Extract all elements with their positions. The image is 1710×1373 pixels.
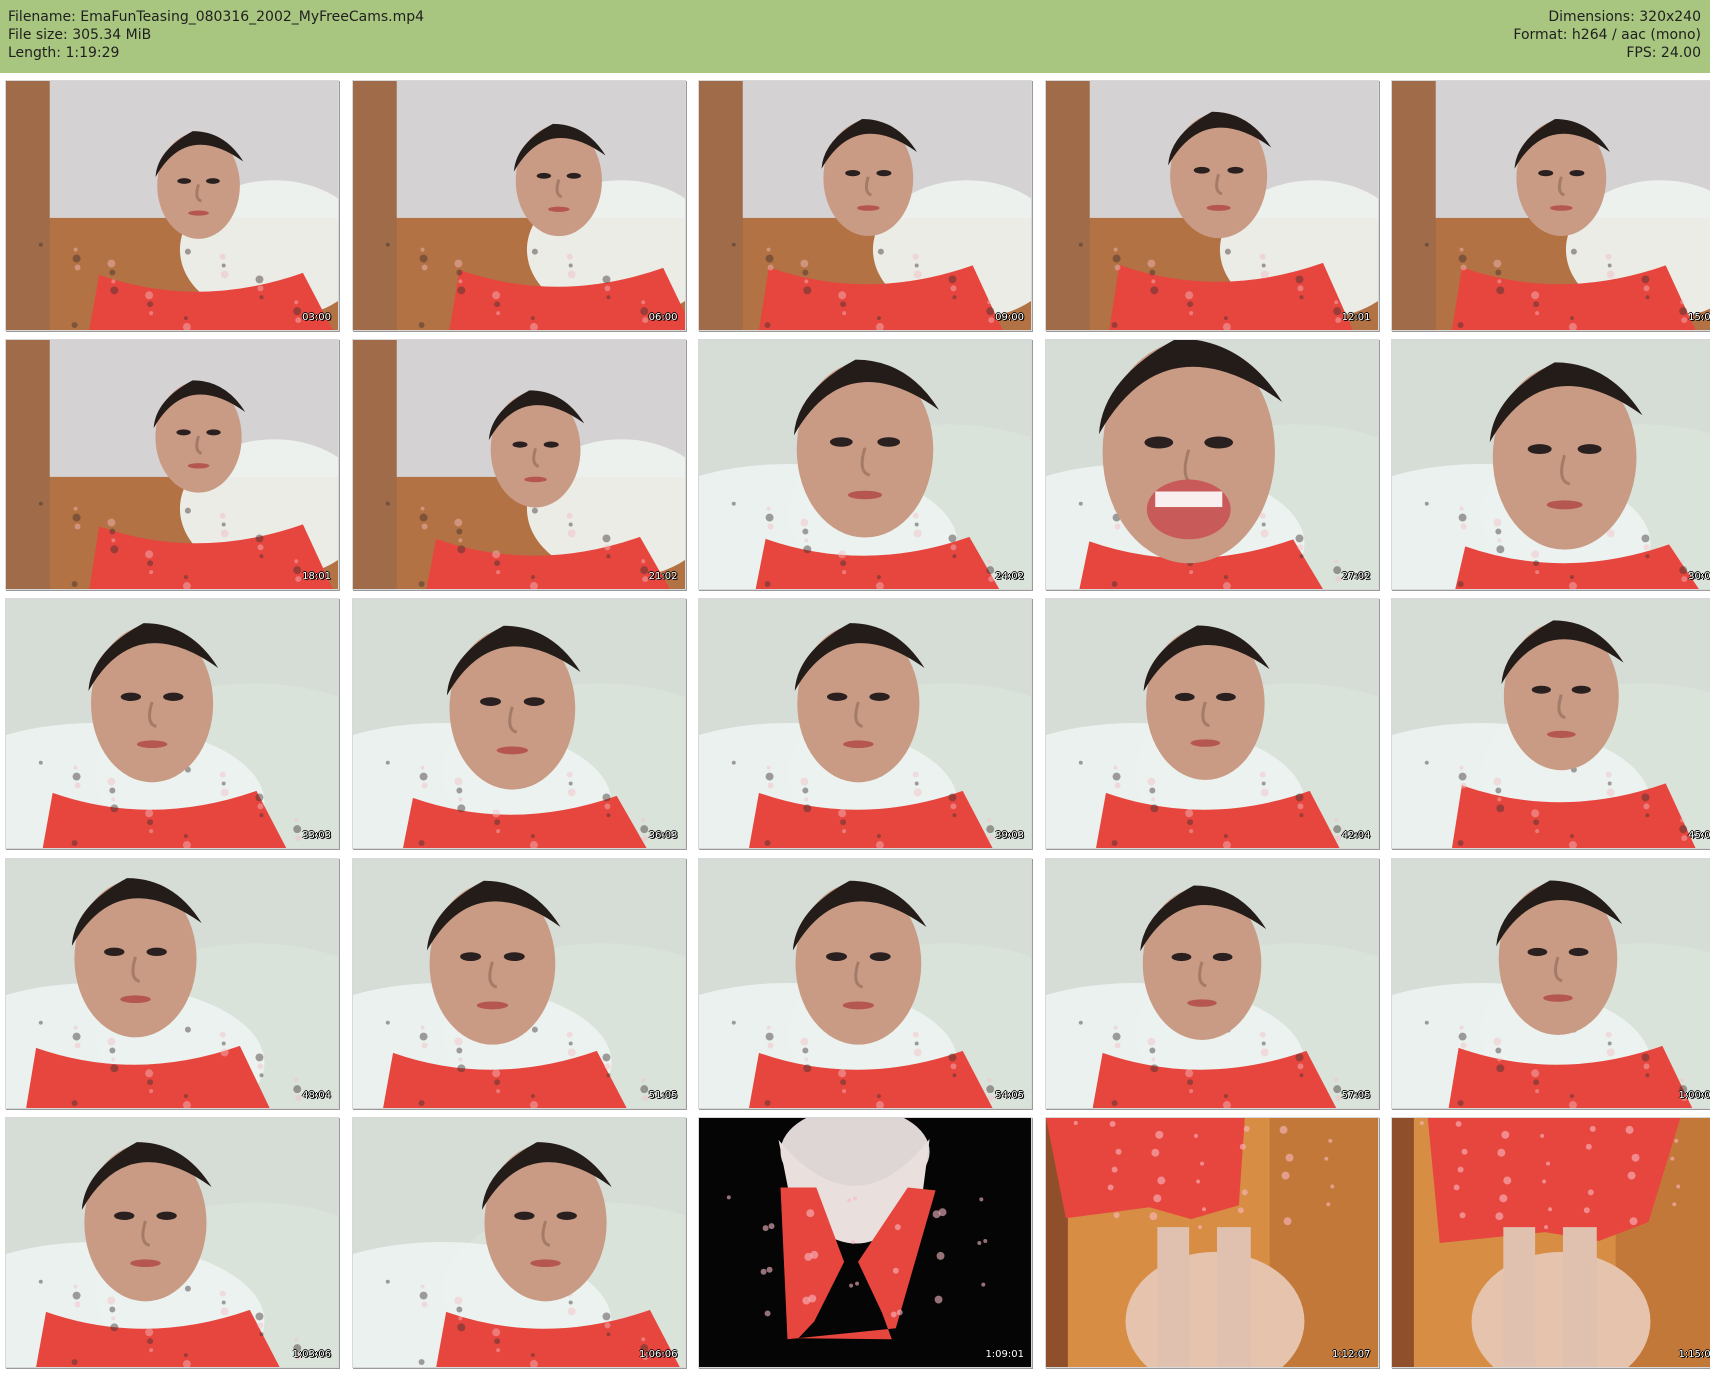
- video-frame-image: [1392, 81, 1710, 330]
- thumbnail-16: 48:04: [5, 857, 339, 1109]
- thumbnail-22: 1:06:06: [351, 1116, 686, 1368]
- thumbnail-7: 21:02: [351, 339, 686, 591]
- video-frame-image: [1045, 599, 1378, 849]
- thumbnail-timestamp: 54:05: [995, 1089, 1024, 1101]
- filename-text: Filename: EmaFunTeasing_080316_2002_MyFr…: [8, 9, 425, 25]
- thumbnail-timestamp: 1:06:06: [638, 1348, 678, 1360]
- video-frame-image: [1045, 858, 1378, 1108]
- thumbnail-timestamp: 39:03: [995, 830, 1024, 842]
- thumbnail-grid: 03:00 06:00 09:00 12:01 15:01 18:01 21:02 24:02…: [0, 80, 1710, 1373]
- thumbnail-3: 09:00: [698, 80, 1032, 331]
- thumbnail-timestamp: 45:04: [1688, 830, 1710, 842]
- thumbnail-timestamp: 06:00: [648, 312, 678, 323]
- video-frame-image: [6, 340, 338, 590]
- video-frame-image: [352, 1117, 685, 1367]
- video-frame-image: [6, 858, 338, 1108]
- thumbnail-timestamp: 15:01: [1688, 312, 1710, 323]
- video-frame-image: [699, 81, 1031, 330]
- video-frame-image: [1045, 340, 1378, 590]
- video-frame-image: [699, 1117, 1031, 1367]
- thumbnail-20: 1:00:05: [1391, 857, 1710, 1109]
- video-frame-image: [1045, 81, 1378, 330]
- thumbnail-8: 24:02: [698, 339, 1032, 591]
- thumbnail-timestamp: 09:00: [995, 312, 1024, 323]
- video-frame-image: [699, 340, 1031, 590]
- thumbnail-6: 18:01: [5, 339, 339, 591]
- thumbnail-25: 1:15:07: [1391, 1116, 1710, 1368]
- thumbnail-24: 1:12:07: [1044, 1116, 1379, 1368]
- file-size-text: File size: 305.34 MiB: [8, 27, 152, 43]
- video-metadata-left: Filename: EmaFunTeasing_080316_2002_MyFr…: [8, 8, 424, 62]
- thumbnail-18: 54:05: [698, 857, 1032, 1109]
- thumbnail-timestamp: 24:02: [995, 571, 1024, 583]
- thumbnail-12: 36:03: [351, 598, 686, 850]
- thumbnail-timestamp: 03:00: [302, 312, 331, 323]
- video-frame-image: [1045, 1117, 1378, 1367]
- thumbnail-timestamp: 30:02: [1688, 571, 1710, 583]
- thumbnail-4: 12:01: [1044, 80, 1379, 331]
- format-text: Format: h264 / aac (mono): [1513, 27, 1701, 43]
- thumbnail-5: 15:01: [1391, 80, 1710, 331]
- video-frame-image: [699, 599, 1031, 849]
- dimensions-text: Dimensions: 320x240: [1548, 9, 1701, 25]
- video-frame-image: [352, 599, 685, 849]
- thumbnail-11: 33:03: [5, 598, 339, 850]
- thumbnail-timestamp: 21:02: [648, 571, 678, 583]
- thumbnail-timestamp: 57:05: [1341, 1089, 1371, 1101]
- video-frame-image: [1392, 1117, 1710, 1367]
- length-text: Length: 1:19:29: [8, 45, 120, 61]
- video-frame-image: [6, 1117, 338, 1367]
- thumbnail-timestamp: 1:00:05: [1678, 1089, 1710, 1101]
- video-frame-image: [1392, 340, 1710, 590]
- thumbnail-23: 1:09:01: [698, 1116, 1032, 1368]
- video-frame-image: [352, 858, 685, 1108]
- thumbnail-timestamp: 1:09:01: [985, 1348, 1024, 1360]
- thumbnail-10: 30:02: [1391, 339, 1710, 591]
- thumbnail-9: 27:02: [1044, 339, 1379, 591]
- thumbnail-timestamp: 42:04: [1341, 830, 1371, 842]
- thumbnail-timestamp: 12:01: [1341, 312, 1371, 323]
- contact-sheet-header: Filename: EmaFunTeasing_080316_2002_MyFr…: [0, 0, 1710, 73]
- thumbnail-timestamp: 1:15:07: [1678, 1348, 1710, 1360]
- thumbnail-timestamp: 1:12:07: [1331, 1348, 1371, 1360]
- thumbnail-21: 1:03:06: [5, 1116, 339, 1368]
- thumbnail-timestamp: 51:05: [648, 1089, 678, 1101]
- thumbnail-15: 45:04: [1391, 598, 1710, 850]
- thumbnail-timestamp: 33:03: [302, 830, 331, 842]
- thumbnail-14: 42:04: [1044, 598, 1379, 850]
- video-metadata-right: Dimensions: 320x240 Format: h264 / aac (…: [1513, 8, 1701, 62]
- video-frame-image: [6, 599, 338, 849]
- fps-text: FPS: 24.00: [1626, 45, 1701, 61]
- video-frame-image: [352, 340, 685, 590]
- thumbnail-timestamp: 36:03: [648, 830, 678, 842]
- thumbnail-timestamp: 27:02: [1341, 571, 1371, 583]
- video-frame-image: [1392, 599, 1710, 849]
- video-frame-image: [1392, 858, 1710, 1108]
- thumbnail-19: 57:05: [1044, 857, 1379, 1109]
- video-frame-image: [699, 858, 1031, 1108]
- thumbnail-13: 39:03: [698, 598, 1032, 850]
- thumbnail-2: 06:00: [351, 80, 686, 331]
- thumbnail-17: 51:05: [351, 857, 686, 1109]
- thumbnail-timestamp: 1:03:06: [292, 1348, 331, 1360]
- thumbnail-timestamp: 48:04: [302, 1089, 331, 1101]
- video-frame-image: [352, 81, 685, 330]
- thumbnail-1: 03:00: [5, 80, 339, 331]
- video-frame-image: [6, 81, 338, 330]
- thumbnail-timestamp: 18:01: [302, 571, 331, 583]
